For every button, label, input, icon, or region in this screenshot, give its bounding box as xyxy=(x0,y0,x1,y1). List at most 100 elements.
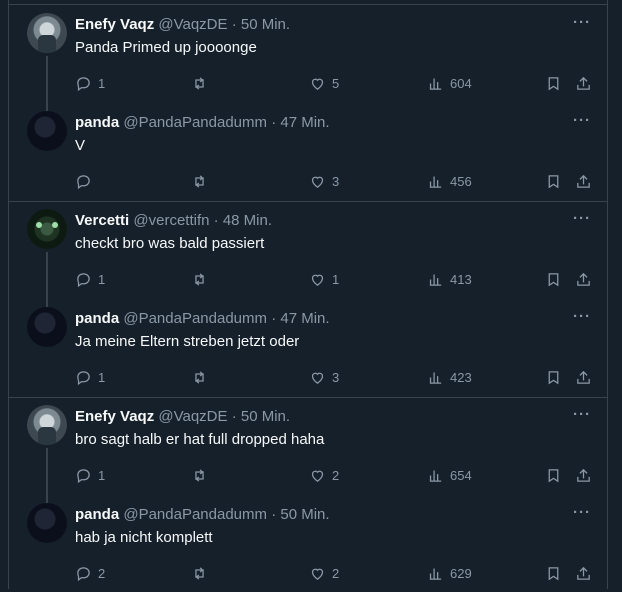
share-button[interactable] xyxy=(575,73,592,93)
action-bar: 1 3 423 xyxy=(75,367,595,387)
more-options-icon[interactable]: ··· xyxy=(573,210,591,227)
reply-button[interactable]: 2 xyxy=(75,563,105,583)
share-button[interactable] xyxy=(575,171,592,191)
bookmark-button[interactable] xyxy=(545,367,562,387)
like-count: 2 xyxy=(332,565,340,581)
action-bar: 1 2 654 xyxy=(75,465,595,485)
reply-icon xyxy=(77,174,90,189)
like-button[interactable]: 2 xyxy=(309,465,339,485)
user-handle[interactable]: @PandaPandadumm xyxy=(123,310,267,327)
display-name[interactable]: Enefy Vaqz xyxy=(75,408,154,425)
like-count: 1 xyxy=(332,271,340,287)
like-button[interactable]: 1 xyxy=(309,269,339,289)
share-icon xyxy=(577,566,590,580)
bookmark-button[interactable] xyxy=(545,171,562,191)
avatar[interactable] xyxy=(27,209,67,249)
reply-button[interactable]: 1 xyxy=(75,73,105,93)
retweet-button[interactable] xyxy=(191,563,214,583)
tweet-text: Panda Primed up joooonge xyxy=(75,39,257,56)
tweet-header: panda @PandaPandadumm · 47 Min. xyxy=(75,114,330,131)
user-handle[interactable]: @VaqzDE xyxy=(158,408,227,425)
like-button[interactable]: 5 xyxy=(309,73,339,93)
retweet-icon xyxy=(195,174,204,188)
views-button[interactable]: 456 xyxy=(427,171,472,191)
tweet[interactable]: Enefy Vaqz @VaqzDE · 50 Min. ··· bro sag… xyxy=(9,398,607,504)
more-options-icon[interactable]: ··· xyxy=(573,406,591,423)
bookmark-button[interactable] xyxy=(545,269,562,289)
avatar[interactable] xyxy=(27,405,67,445)
retweet-button[interactable] xyxy=(191,73,214,93)
reply-icon xyxy=(77,272,90,287)
avatar[interactable] xyxy=(27,13,67,53)
reply-button[interactable] xyxy=(75,171,98,191)
bookmark-icon xyxy=(548,468,559,482)
like-button[interactable]: 3 xyxy=(309,367,339,387)
tweet[interactable]: panda @PandaPandadumm · 47 Min. ··· Ja m… xyxy=(9,300,607,396)
retweet-button[interactable] xyxy=(191,269,214,289)
reply-count: 1 xyxy=(98,467,106,483)
timestamp[interactable]: 47 Min. xyxy=(280,114,329,131)
reply-icon xyxy=(77,566,90,581)
tweet[interactable]: Enefy Vaqz @VaqzDE · 50 Min. ··· Panda P… xyxy=(9,6,607,112)
timestamp[interactable]: 50 Min. xyxy=(241,408,290,425)
display-name[interactable]: panda xyxy=(75,506,119,523)
view-count: 423 xyxy=(450,369,472,385)
display-name[interactable]: Enefy Vaqz xyxy=(75,16,154,33)
retweet-button[interactable] xyxy=(191,171,214,191)
heart-icon xyxy=(311,176,324,188)
share-button[interactable] xyxy=(575,269,592,289)
views-button[interactable]: 413 xyxy=(427,269,472,289)
retweet-button[interactable] xyxy=(191,465,214,485)
views-button[interactable]: 629 xyxy=(427,563,472,583)
display-name[interactable]: panda xyxy=(75,310,119,327)
tweet[interactable]: panda @PandaPandadumm · 47 Min. ··· V 3 … xyxy=(9,104,607,200)
reply-count: 2 xyxy=(98,565,106,581)
views-button[interactable]: 654 xyxy=(427,465,472,485)
views-button[interactable]: 604 xyxy=(427,73,472,93)
avatar[interactable] xyxy=(27,503,67,543)
like-count: 5 xyxy=(332,75,340,91)
reply-icon xyxy=(77,370,90,385)
retweet-button[interactable] xyxy=(191,367,214,387)
bookmark-icon xyxy=(548,76,559,90)
like-button[interactable]: 2 xyxy=(309,563,339,583)
share-button[interactable] xyxy=(575,367,592,387)
view-count: 629 xyxy=(450,565,472,581)
user-handle[interactable]: @PandaPandadumm xyxy=(123,506,267,523)
share-button[interactable] xyxy=(575,563,592,583)
bookmark-icon xyxy=(548,370,559,384)
share-button[interactable] xyxy=(575,465,592,485)
like-count: 2 xyxy=(332,467,340,483)
bookmark-button[interactable] xyxy=(545,563,562,583)
display-name[interactable]: panda xyxy=(75,114,119,131)
views-icon xyxy=(429,274,442,286)
retweet-icon xyxy=(195,272,204,286)
user-handle[interactable]: @PandaPandadumm xyxy=(123,114,267,131)
timestamp[interactable]: 50 Min. xyxy=(280,506,329,523)
timestamp[interactable]: 50 Min. xyxy=(241,16,290,33)
reply-button[interactable]: 1 xyxy=(75,269,105,289)
bookmark-button[interactable] xyxy=(545,465,562,485)
separator-dot: · xyxy=(213,212,219,229)
avatar[interactable] xyxy=(27,307,67,347)
share-icon xyxy=(577,468,590,482)
more-options-icon[interactable]: ··· xyxy=(573,504,591,521)
views-icon xyxy=(429,78,442,90)
views-button[interactable]: 423 xyxy=(427,367,472,387)
bookmark-button[interactable] xyxy=(545,73,562,93)
reply-button[interactable]: 1 xyxy=(75,465,105,485)
display-name[interactable]: Vercetti xyxy=(75,212,129,229)
timestamp[interactable]: 47 Min. xyxy=(280,310,329,327)
more-options-icon[interactable]: ··· xyxy=(573,14,591,31)
user-handle[interactable]: @VaqzDE xyxy=(158,16,227,33)
reply-button[interactable]: 1 xyxy=(75,367,105,387)
more-options-icon[interactable]: ··· xyxy=(573,308,591,325)
more-options-icon[interactable]: ··· xyxy=(573,112,591,129)
tweet[interactable]: Vercetti @vercettifn · 48 Min. ··· check… xyxy=(9,202,607,308)
tweet[interactable]: panda @PandaPandadumm · 50 Min. ··· hab … xyxy=(9,496,607,592)
timestamp[interactable]: 48 Min. xyxy=(223,212,272,229)
user-handle[interactable]: @vercettifn xyxy=(133,212,209,229)
tweet-text: checkt bro was bald passiert xyxy=(75,235,265,252)
avatar[interactable] xyxy=(27,111,67,151)
like-button[interactable]: 3 xyxy=(309,171,339,191)
